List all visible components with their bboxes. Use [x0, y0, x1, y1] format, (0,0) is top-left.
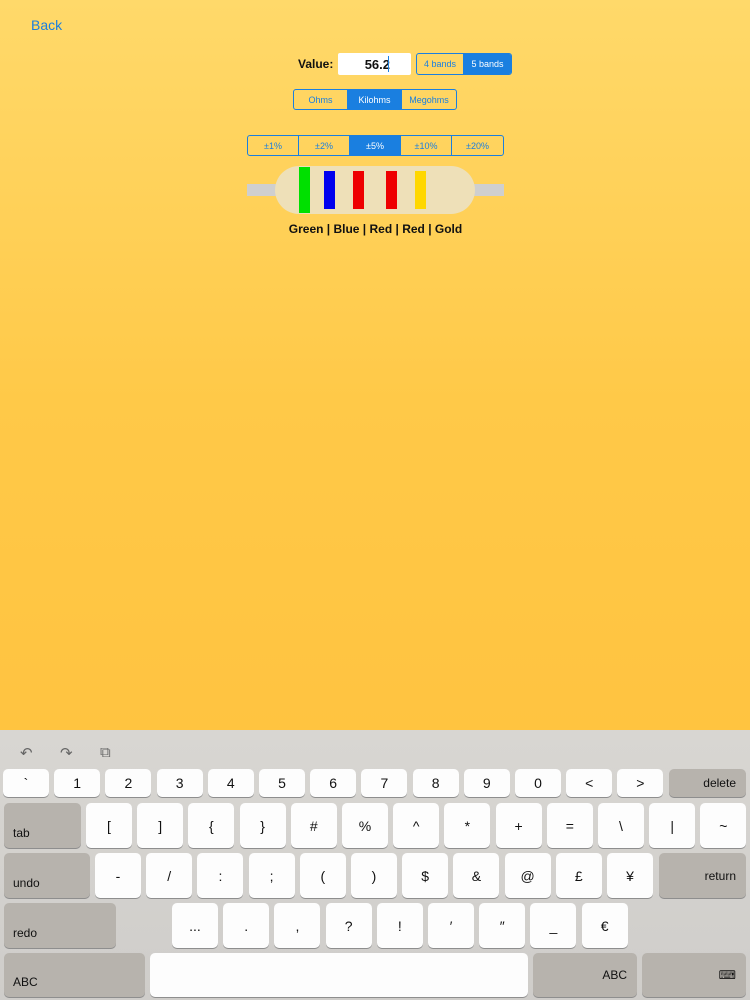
resistor-lead-left [247, 184, 279, 196]
key[interactable]: > [617, 769, 664, 797]
unit-option[interactable]: Kilohms [348, 90, 402, 109]
paste-icon[interactable]: ⧉ [100, 744, 111, 761]
tolerance-selector: ±1% ±2% ±5% ±10% ±20% [247, 135, 504, 156]
unit-option[interactable]: Ohms [294, 90, 348, 109]
hide-keyboard-icon[interactable]: ⌨ [642, 953, 746, 997]
tolerance-option[interactable]: ±20% [452, 136, 503, 155]
key[interactable]: 1 [54, 769, 101, 797]
key[interactable]: ¥ [607, 853, 653, 898]
key[interactable]: % [342, 803, 388, 848]
band-count-option[interactable]: 4 bands [417, 54, 464, 74]
tab-key[interactable]: tab [4, 803, 81, 848]
tolerance-option[interactable]: ±2% [299, 136, 350, 155]
text-caret [388, 56, 389, 72]
key[interactable]: ] [137, 803, 184, 848]
key[interactable]: $ [402, 853, 449, 898]
key[interactable]: | [649, 803, 696, 848]
key[interactable]: ` [3, 769, 49, 797]
key[interactable]: + [495, 803, 542, 848]
key[interactable]: 3 [156, 769, 203, 797]
key[interactable]: ) [351, 853, 397, 898]
tolerance-option[interactable]: ±10% [401, 136, 452, 155]
band-count-option[interactable]: 5 bands [464, 54, 511, 74]
tolerance-option[interactable]: ±5% [350, 136, 401, 155]
key[interactable]: 2 [105, 769, 152, 797]
key[interactable]: 9 [463, 769, 510, 797]
key[interactable]: : [197, 853, 244, 898]
key[interactable]: ; [248, 853, 295, 898]
key[interactable]: & [453, 853, 500, 898]
tolerance-option[interactable]: ±1% [248, 136, 299, 155]
delete-key[interactable]: delete [669, 769, 746, 797]
key[interactable]: ′ [428, 903, 474, 948]
key[interactable]: # [290, 803, 337, 848]
key[interactable]: - [95, 853, 141, 898]
resistor-band-green [299, 167, 310, 213]
resistor-band-gold [415, 171, 426, 209]
value-input[interactable] [338, 53, 411, 75]
key[interactable]: € [581, 903, 628, 948]
key[interactable]: . [223, 903, 270, 948]
key[interactable]: * [444, 803, 491, 848]
unit-option[interactable]: Megohms [402, 90, 456, 109]
key[interactable]: ! [376, 903, 423, 948]
key[interactable]: @ [504, 853, 551, 898]
return-key[interactable]: return [659, 853, 746, 898]
key[interactable]: / [146, 853, 193, 898]
abc-key-left[interactable]: ABC [4, 953, 145, 997]
resistor-band-red [386, 171, 397, 209]
key[interactable]: , [274, 903, 321, 948]
resistor-band-red [353, 171, 364, 209]
abc-key-right[interactable]: ABC [533, 953, 637, 997]
key[interactable]: £ [555, 853, 602, 898]
resistor-band-blue [324, 171, 335, 209]
back-button[interactable]: Back [31, 17, 62, 33]
key[interactable]: } [239, 803, 286, 848]
value-label: Value: [298, 57, 334, 71]
key[interactable]: { [188, 803, 235, 848]
key[interactable]: ^ [393, 803, 440, 848]
resistor-diagram [247, 166, 504, 214]
key[interactable]: ? [325, 903, 372, 948]
key[interactable]: < [566, 769, 613, 797]
key[interactable]: 7 [361, 769, 408, 797]
key[interactable]: 0 [515, 769, 561, 797]
unit-selector: Ohms Kilohms Megohms [293, 89, 457, 110]
color-code-text: Green | Blue | Red | Red | Gold [288, 222, 463, 236]
key[interactable]: ( [299, 853, 346, 898]
key[interactable]: 6 [310, 769, 357, 797]
resistor-lead-right [471, 184, 504, 196]
key[interactable]: [ [86, 803, 132, 848]
key[interactable]: 5 [259, 769, 305, 797]
key[interactable]: _ [530, 903, 577, 948]
key[interactable]: 4 [207, 769, 254, 797]
undo-key[interactable]: undo [4, 853, 90, 898]
key[interactable]: = [546, 803, 593, 848]
redo-icon[interactable]: ↷ [60, 744, 73, 762]
band-count-selector: 4 bands 5 bands [416, 53, 512, 75]
undo-icon[interactable]: ↶ [20, 744, 33, 762]
key[interactable]: \ [598, 803, 644, 848]
key[interactable]: ″ [479, 903, 526, 948]
redo-key[interactable]: redo [4, 903, 116, 948]
key[interactable]: ~ [700, 803, 747, 848]
space-key[interactable] [150, 953, 528, 997]
key[interactable]: 8 [412, 769, 459, 797]
key[interactable]: ... [172, 903, 218, 948]
